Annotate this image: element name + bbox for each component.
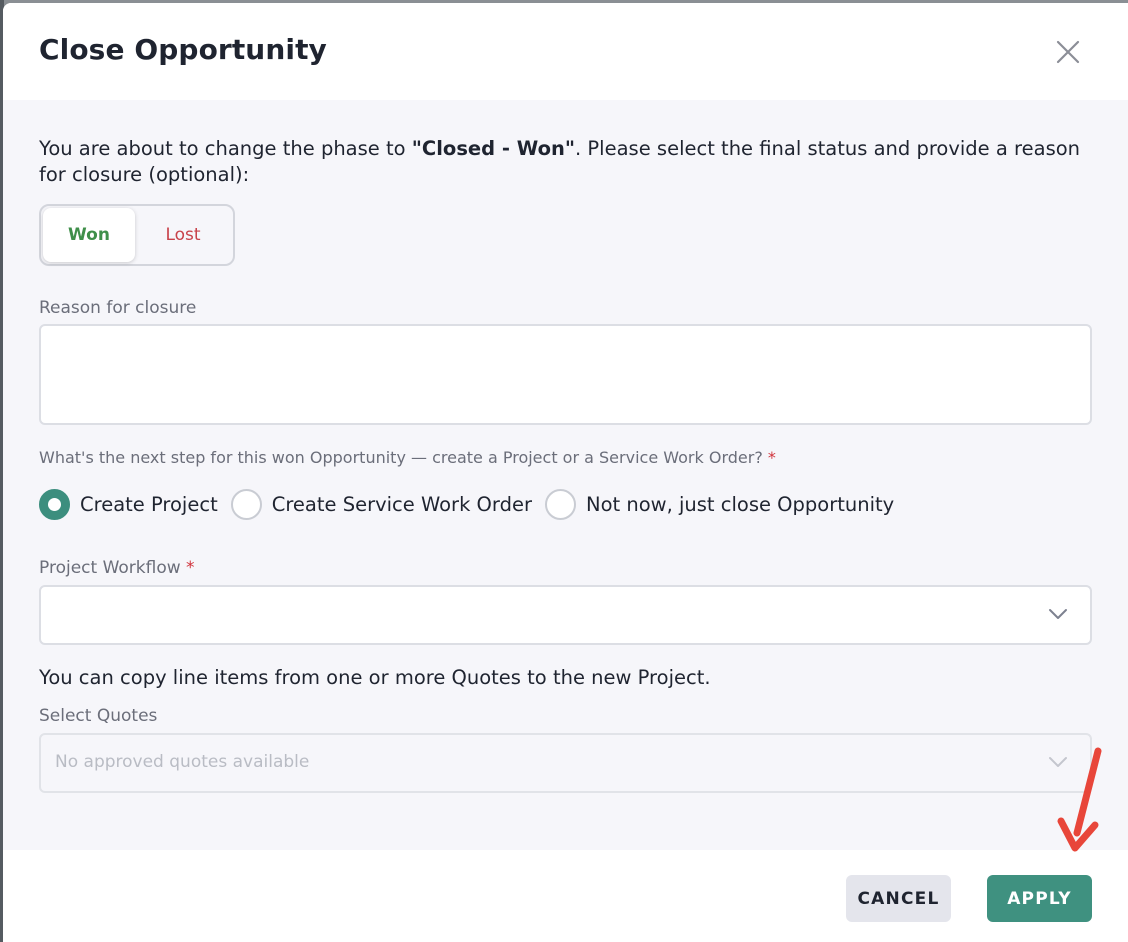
radio-button-checked[interactable]	[39, 488, 70, 520]
next-step-radio-group: Create Project Create Service Work Order…	[39, 487, 907, 521]
apply-button[interactable]: APPLY	[987, 875, 1092, 922]
radio-label: Create Project	[80, 492, 218, 516]
cancel-button[interactable]: CANCEL	[846, 875, 951, 922]
reason-textarea[interactable]	[39, 324, 1092, 425]
radio-not-now[interactable]: Not now, just close Opportunity	[544, 488, 895, 520]
close-opportunity-dialog: Close Opportunity You are about to chang…	[3, 3, 1128, 942]
status-toggle: Won Lost	[39, 204, 235, 266]
dialog-footer: CANCEL APPLY	[3, 850, 1128, 942]
close-icon	[1056, 40, 1080, 64]
project-workflow-label-text: Project Workflow	[39, 558, 181, 578]
chevron-down-icon	[1049, 757, 1067, 767]
status-won-option[interactable]: Won	[43, 208, 135, 262]
radio-label: Create Service Work Order	[271, 492, 532, 516]
radio-create-project[interactable]: Create Project	[39, 488, 218, 520]
select-quotes-label: Select Quotes	[39, 706, 158, 726]
reason-label: Reason for closure	[39, 298, 197, 318]
radio-button[interactable]	[230, 488, 262, 520]
required-mark: *	[767, 448, 776, 467]
intro-text-start: You are about to change the phase to	[39, 137, 412, 160]
select-quotes-placeholder: No approved quotes available	[55, 752, 310, 772]
project-workflow-label: Project Workflow *	[39, 558, 195, 578]
radio-label: Not now, just close Opportunity	[585, 492, 895, 516]
next-step-question-text: What's the next step for this won Opport…	[39, 448, 763, 467]
radio-create-service-work-order[interactable]: Create Service Work Order	[230, 488, 532, 520]
next-step-question: What's the next step for this won Opport…	[39, 448, 776, 467]
project-workflow-select[interactable]	[39, 585, 1092, 645]
radio-button[interactable]	[544, 488, 576, 520]
phase-name: "Closed - Won"	[411, 137, 576, 160]
required-mark: *	[186, 558, 195, 578]
intro-text: You are about to change the phase to "Cl…	[39, 136, 1109, 188]
dialog-title: Close Opportunity	[39, 33, 327, 66]
close-button[interactable]	[1053, 37, 1083, 67]
dialog-body: You are about to change the phase to "Cl…	[3, 100, 1128, 850]
status-lost-option[interactable]: Lost	[137, 208, 229, 262]
chevron-down-icon	[1049, 609, 1067, 619]
select-quotes-dropdown: No approved quotes available	[39, 733, 1092, 793]
dialog-header: Close Opportunity	[3, 3, 1128, 100]
copy-quotes-note: You can copy line items from one or more…	[39, 666, 711, 689]
